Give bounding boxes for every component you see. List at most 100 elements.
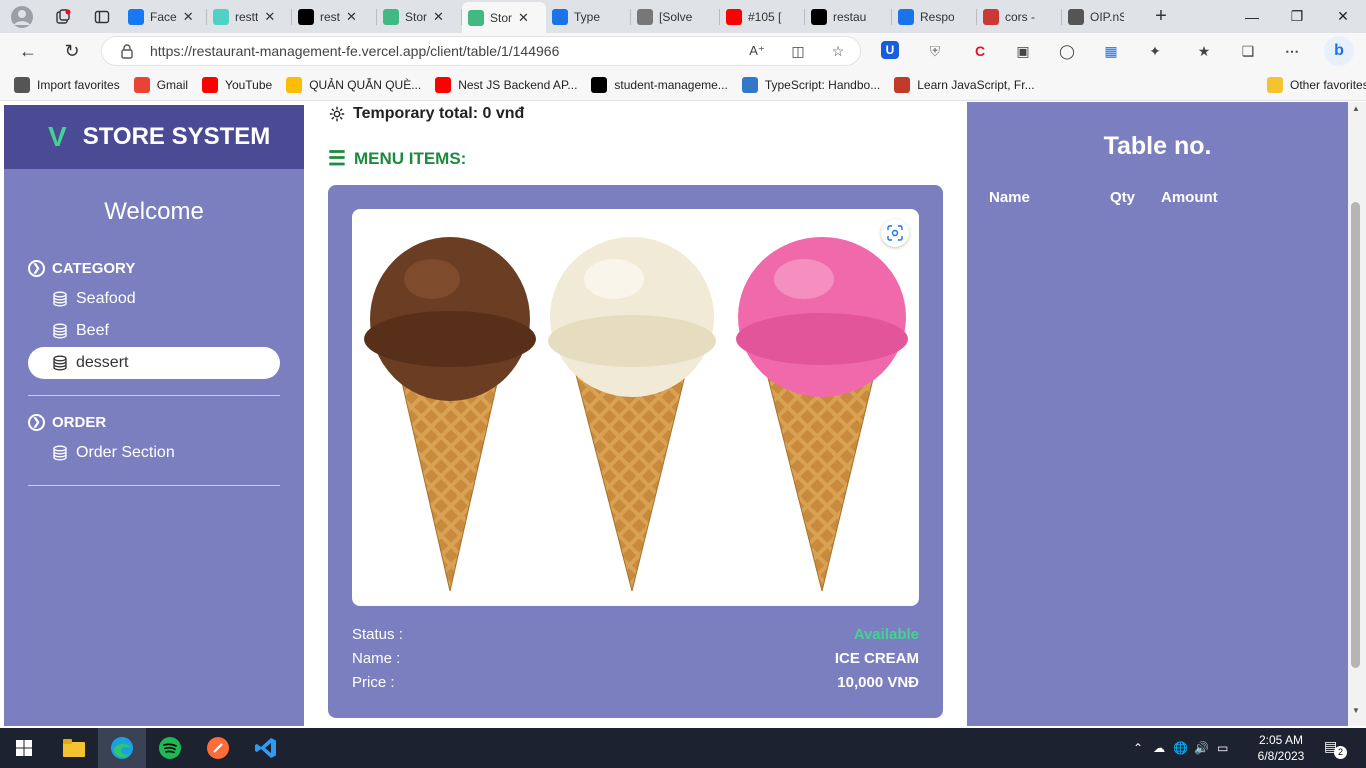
volume-icon[interactable]: 🔊 — [1194, 741, 1209, 755]
favorite-star-icon[interactable]: ☆ — [828, 41, 848, 61]
favorite-label: Gmail — [156, 78, 189, 92]
extension-tv-icon[interactable]: ▣ — [1013, 41, 1033, 61]
url-input[interactable]: https://restaurant-management-fe.vercel.… — [101, 36, 861, 66]
browser-tab[interactable]: Stor ✕ — [377, 0, 461, 33]
split-screen-icon[interactable]: ◫ — [788, 41, 808, 61]
browser-tab[interactable]: cors - np — [977, 0, 1061, 33]
sidebar-item-dessert[interactable]: dessert — [28, 347, 280, 379]
favorite-item[interactable]: Import favorites — [14, 77, 120, 93]
browser-tab[interactable]: Face ✕ — [122, 0, 206, 33]
favorite-item[interactable]: Learn JavaScript, Fr... — [894, 77, 1035, 93]
edge-taskbar-icon[interactable] — [98, 728, 146, 768]
favorite-item[interactable]: TypeScript: Handbo... — [741, 77, 881, 93]
new-tab-button[interactable]: + — [1146, 5, 1176, 28]
pocket-icon[interactable]: ◯ — [1057, 41, 1077, 61]
browser-tab[interactable]: Respons — [892, 0, 976, 33]
brand-header[interactable]: V STORE SYSTEM — [4, 105, 304, 169]
sidebar-item-beef[interactable]: Beef — [28, 315, 280, 347]
more-menu-icon[interactable]: ⋯ — [1282, 41, 1302, 61]
browser-tab[interactable]: restaurar — [805, 0, 891, 33]
sidebar-item-label: Order Section — [76, 444, 175, 461]
favorite-item[interactable]: Nest JS Backend AP... — [435, 77, 577, 93]
windows-start-icon[interactable] — [0, 728, 48, 768]
bitwarden-icon[interactable]: U — [881, 41, 899, 59]
profile-avatar[interactable] — [0, 5, 44, 28]
sidebar-item-label: Seafood — [76, 290, 136, 307]
vercel-icon — [298, 8, 314, 25]
extension-window-icon[interactable]: ▦ — [1101, 41, 1121, 61]
favorite-item[interactable]: QUẢN QUẪN QUÈ... — [286, 77, 421, 93]
other-favorites[interactable]: Other favorites — [1267, 77, 1366, 93]
close-tab-icon[interactable]: ✕ — [518, 10, 529, 26]
browser-tab[interactable]: rest ✕ — [292, 0, 376, 33]
file-explorer-icon[interactable] — [50, 728, 98, 768]
notification-button[interactable]: ▤ 2 — [1324, 738, 1347, 759]
onedrive-icon[interactable]: ☁ — [1153, 741, 1165, 755]
clock-date: 6/8/2023 — [1257, 749, 1305, 763]
order-section-title[interactable]: ❯ ORDER — [28, 414, 304, 431]
refresh-button[interactable]: ↻ — [54, 36, 90, 68]
close-tab-icon[interactable]: ✕ — [346, 9, 357, 25]
browser-tab[interactable]: Type — [546, 0, 630, 33]
clock[interactable]: 2:05 AM 6/8/2023 — [1252, 732, 1310, 764]
close-tab-icon[interactable]: ✕ — [183, 9, 194, 25]
visual-search-button[interactable] — [881, 219, 909, 247]
tab-actions-icon[interactable] — [82, 9, 122, 25]
scroll-down-icon[interactable]: ▼ — [1352, 706, 1360, 715]
back-button[interactable]: ← — [10, 36, 46, 68]
favorite-item[interactable]: student-manageme... — [591, 77, 728, 93]
category-section-title[interactable]: ❯ CATEGORY — [28, 260, 304, 277]
battery-icon[interactable]: ▭ — [1217, 741, 1228, 755]
browser-tab[interactable]: #105 [NE — [720, 0, 804, 33]
menu-item-card[interactable]: Status : Available Name : ICE CREAM Pric… — [328, 185, 943, 718]
search-icon — [898, 8, 914, 25]
collections-icon[interactable]: ❏ — [1238, 41, 1258, 61]
bing-chat-icon[interactable]: b — [1324, 36, 1354, 66]
favorite-label: student-manageme... — [614, 78, 728, 92]
shield-icon[interactable]: ⛨ — [925, 41, 945, 61]
tab-label: rest — [320, 9, 341, 24]
document-icon — [1068, 8, 1084, 25]
close-window-button[interactable]: ✕ — [1320, 0, 1366, 33]
workspaces-icon[interactable] — [44, 8, 82, 25]
lock-icon[interactable] — [120, 43, 134, 64]
ice-cream-illustration — [364, 237, 908, 592]
col-header-qty: Qty — [1110, 189, 1136, 206]
extensions-puzzle-icon[interactable]: ✦ — [1145, 41, 1165, 61]
favorite-item[interactable]: YouTube — [202, 77, 272, 93]
browser-tab[interactable]: restt ✕ — [207, 0, 291, 33]
close-tab-icon[interactable]: ✕ — [264, 9, 275, 25]
spotify-icon[interactable] — [146, 728, 194, 768]
sidebar-divider — [28, 395, 280, 396]
minimize-button[interactable]: — — [1229, 0, 1275, 33]
vue-icon — [383, 8, 399, 25]
read-aloud-icon[interactable]: A⁺ — [747, 41, 767, 61]
favorite-label: TypeScript: Handbo... — [764, 78, 881, 92]
temporary-total-label: Temporary total: 0 vnđ — [353, 105, 525, 122]
page-scrollbar[interactable]: ▲ ▼ — [1348, 102, 1366, 726]
extension-red-icon[interactable]: C — [970, 41, 990, 61]
favorite-label: Nest JS Backend AP... — [458, 78, 578, 92]
scrollbar-thumb[interactable] — [1351, 202, 1360, 668]
sidebar-item-seafood[interactable]: Seafood — [28, 283, 280, 315]
browser-tab[interactable]: [Solved] — [631, 0, 719, 33]
postman-icon[interactable] — [194, 728, 242, 768]
language-globe-icon[interactable]: 🌐 — [1173, 741, 1188, 755]
tab-label: [Solved] — [659, 9, 693, 24]
folder-icon — [1267, 77, 1283, 93]
tab-label: Stor — [405, 9, 428, 24]
category-list: Seafood Beef dessert — [4, 283, 304, 379]
tab-label: Stor — [490, 10, 513, 25]
favorite-item[interactable]: Gmail — [133, 77, 189, 93]
ice-cream-image[interactable] — [352, 209, 919, 606]
scroll-up-icon[interactable]: ▲ — [1352, 104, 1360, 113]
close-tab-icon[interactable]: ✕ — [433, 9, 444, 25]
tray-chevron-icon[interactable]: ⌃ — [1133, 741, 1143, 755]
browser-tab[interactable]: Stor ✕ — [462, 2, 546, 33]
category-title-label: CATEGORY — [52, 260, 136, 277]
browser-tab[interactable]: OIP.nSxg — [1062, 0, 1146, 33]
restore-button[interactable]: ❐ — [1274, 0, 1320, 33]
favorites-icon[interactable]: ★ — [1194, 41, 1214, 61]
sidebar-item-order-section[interactable]: Order Section — [28, 437, 280, 469]
vscode-icon[interactable] — [242, 728, 290, 768]
